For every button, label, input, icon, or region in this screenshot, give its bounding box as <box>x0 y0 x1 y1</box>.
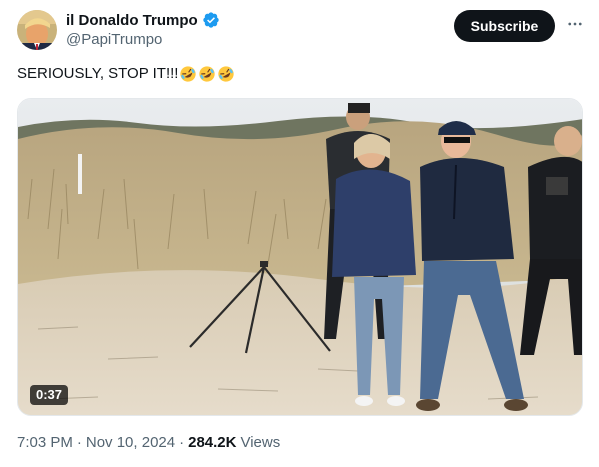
author-names: il Donaldo Trumpo @PapiTrumpo <box>66 10 220 48</box>
tweet-body: SERIOUSLY, STOP IT!!! <box>17 64 235 84</box>
more-options-icon[interactable] <box>564 13 586 35</box>
separator-dot: · <box>76 434 82 451</box>
rolling-on-floor-laughing-emoji <box>199 66 216 82</box>
avatar[interactable] <box>17 10 57 50</box>
tweet-time[interactable]: 7:03 PM <box>17 434 73 451</box>
verified-badge-icon <box>202 11 220 29</box>
video-frame <box>18 99 582 415</box>
video-player[interactable]: 0:37 <box>17 98 583 416</box>
rolling-on-floor-laughing-emoji <box>218 66 235 82</box>
tweet-date[interactable]: Nov 10, 2024 <box>86 434 175 451</box>
video-duration-badge: 0:37 <box>30 385 69 405</box>
views-count: 284.2K <box>188 434 237 451</box>
tweet-header: il Donaldo Trumpo @PapiTrumpo Subscribe <box>17 8 583 52</box>
author-handle[interactable]: @PapiTrumpo <box>66 31 220 48</box>
separator-dot: · <box>179 434 185 451</box>
tweet-text: SERIOUSLY, STOP IT!!! <box>17 65 179 82</box>
display-name[interactable]: il Donaldo Trumpo <box>66 12 198 29</box>
subscribe-button[interactable]: Subscribe <box>454 10 555 42</box>
views-label: Views <box>240 434 281 451</box>
tweet-meta: 7:03 PM · Nov 10, 2024 · 284.2K Views <box>17 434 280 451</box>
rolling-on-floor-laughing-emoji <box>180 66 197 82</box>
